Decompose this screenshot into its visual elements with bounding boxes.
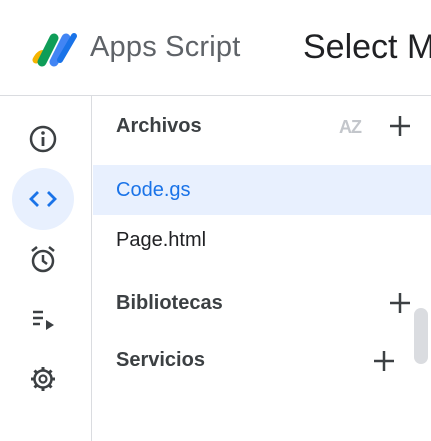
editor-button[interactable]	[12, 168, 74, 230]
apps-script-logo-icon[interactable]	[32, 30, 82, 68]
plus-icon	[390, 293, 410, 313]
plus-icon	[374, 351, 394, 371]
add-file-button[interactable]	[383, 109, 417, 143]
executions-icon	[33, 310, 54, 330]
file-name: Page.html	[116, 228, 207, 251]
side-rail	[0, 96, 92, 441]
info-icon	[29, 125, 57, 153]
file-item-code-gs[interactable]: Code.gs	[93, 165, 431, 215]
services-section-title: Servicios	[116, 349, 205, 371]
file-item-page-html[interactable]: Page.html	[93, 215, 431, 265]
executions-button[interactable]	[12, 288, 74, 350]
files-section-title: Archivos	[116, 115, 202, 137]
add-library-button[interactable]	[383, 286, 417, 320]
libraries-section-title: Bibliotecas	[116, 292, 223, 314]
plus-icon	[390, 116, 410, 136]
files-panel: Archivos AZ Code.gs Page.html Biblioteca…	[93, 96, 431, 441]
sort-files-button[interactable]: AZ	[333, 112, 367, 142]
app-header: Apps Script Select M	[0, 0, 431, 96]
gear-icon	[31, 367, 55, 391]
triggers-button[interactable]	[12, 228, 74, 290]
sort-az-icon: AZ	[339, 116, 362, 137]
panel-scrollbar[interactable]	[414, 308, 428, 364]
add-service-button[interactable]	[367, 344, 401, 378]
app-name: Apps Script	[90, 31, 241, 63]
alarm-clock-icon	[31, 246, 55, 273]
settings-button[interactable]	[12, 348, 74, 410]
file-name: Code.gs	[116, 178, 191, 201]
code-icon	[29, 191, 57, 207]
overview-button[interactable]	[12, 108, 74, 170]
project-title[interactable]: Select M	[303, 28, 431, 67]
